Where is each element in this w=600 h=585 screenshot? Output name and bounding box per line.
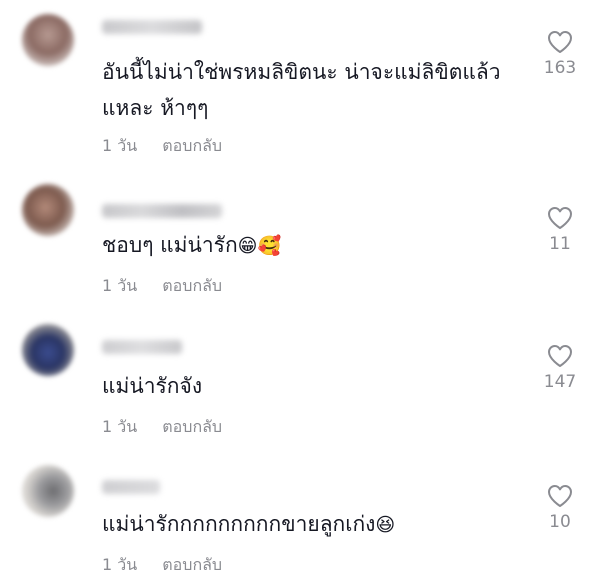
comment-item: แม่น่ารักจัง 1 วัน ตอบกลับ 147 xyxy=(0,310,600,450)
avatar[interactable] xyxy=(22,324,74,376)
comment-body: แม่น่ารักกกกกกกกกขายลูกเก่ง xyxy=(102,512,376,536)
heart-outline-icon xyxy=(548,485,572,507)
comment-item: ชอบๆ แม่น่ารัก😁🥰 1 วัน ตอบกลับ 11 xyxy=(0,160,600,310)
like-button[interactable]: 163 xyxy=(536,30,584,78)
comment-emoji: 😆 xyxy=(375,514,396,536)
comment-body: อันนี้ไม่น่าใช่พรหมลิขิตนะ น่าจะแม่ลิขิต… xyxy=(102,60,501,120)
comment-text: แม่น่ารักจัง xyxy=(102,368,512,404)
like-button[interactable]: 11 xyxy=(536,206,584,254)
username[interactable] xyxy=(102,340,182,354)
like-button[interactable]: 10 xyxy=(536,484,584,532)
comment-time: 1 วัน xyxy=(102,136,138,155)
comment-meta: 1 วัน ตอบกลับ xyxy=(102,553,222,578)
like-count: 147 xyxy=(543,372,577,392)
comment-emoji: 😁🥰 xyxy=(237,235,282,257)
like-count: 163 xyxy=(543,58,577,78)
avatar[interactable] xyxy=(22,184,74,236)
comment-meta: 1 วัน ตอบกลับ xyxy=(102,134,222,159)
reply-button[interactable]: ตอบกลับ xyxy=(162,555,222,574)
comment-time: 1 วัน xyxy=(102,276,138,295)
comment-body: ชอบๆ แม่น่ารัก xyxy=(102,233,238,257)
reply-button[interactable]: ตอบกลับ xyxy=(162,276,222,295)
comment-time: 1 วัน xyxy=(102,417,138,436)
username[interactable] xyxy=(102,204,222,218)
comment-text: อันนี้ไม่น่าใช่พรหมลิขิตนะ น่าจะแม่ลิขิต… xyxy=(102,54,512,126)
heart-outline-icon xyxy=(548,345,572,367)
heart-outline-icon xyxy=(548,207,572,229)
avatar[interactable] xyxy=(22,465,74,517)
comment-time: 1 วัน xyxy=(102,555,138,574)
comment-item: แม่น่ารักกกกกกกกกขายลูกเก่ง😆 1 วัน ตอบกล… xyxy=(0,450,600,585)
comment-meta: 1 วัน ตอบกลับ xyxy=(102,415,222,440)
avatar[interactable] xyxy=(22,14,74,66)
reply-button[interactable]: ตอบกลับ xyxy=(162,417,222,436)
username[interactable] xyxy=(102,20,202,34)
reply-button[interactable]: ตอบกลับ xyxy=(162,136,222,155)
comment-text: แม่น่ารักกกกกกกกกขายลูกเก่ง😆 xyxy=(102,506,512,543)
heart-outline-icon xyxy=(548,31,572,53)
like-count: 10 xyxy=(549,512,571,532)
like-count: 11 xyxy=(549,234,571,254)
comment-text: ชอบๆ แม่น่ารัก😁🥰 xyxy=(102,227,512,264)
comment-meta: 1 วัน ตอบกลับ xyxy=(102,274,222,299)
comment-body: แม่น่ารักจัง xyxy=(102,374,203,398)
like-button[interactable]: 147 xyxy=(536,344,584,392)
comment-item: อันนี้ไม่น่าใช่พรหมลิขิตนะ น่าจะแม่ลิขิต… xyxy=(0,0,600,160)
username[interactable] xyxy=(102,480,160,494)
